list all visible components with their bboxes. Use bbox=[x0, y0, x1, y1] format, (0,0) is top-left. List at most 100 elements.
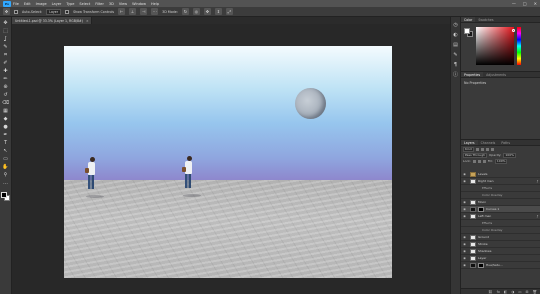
tab-layers[interactable]: Layers bbox=[461, 140, 478, 145]
menu-type[interactable]: Type bbox=[66, 2, 74, 6]
visibility-eye-icon[interactable]: ◉ bbox=[461, 249, 468, 253]
tab-channels[interactable]: Channels bbox=[478, 140, 499, 145]
brush-tool-icon[interactable]: ✏ bbox=[2, 76, 10, 83]
visibility-eye-icon[interactable]: ◉ bbox=[461, 256, 468, 260]
layer-row[interactable]: ◉ Stroke bbox=[461, 241, 540, 248]
tab-paths[interactable]: Paths bbox=[498, 140, 513, 145]
layer-row[interactable]: Effects bbox=[461, 220, 540, 227]
3d-scale-icon[interactable]: ⤢ bbox=[225, 8, 233, 15]
layer-row[interactable]: Color Overlay bbox=[461, 227, 540, 234]
visibility-eye-icon[interactable]: ◉ bbox=[461, 179, 468, 183]
filter-shape-icon[interactable] bbox=[490, 147, 494, 151]
menu-layer[interactable]: Layer bbox=[52, 2, 62, 6]
visibility-eye-icon[interactable]: ◉ bbox=[461, 235, 468, 239]
align-center-icon[interactable]: ⊥ bbox=[129, 8, 137, 15]
lock-all-icon[interactable] bbox=[482, 159, 486, 163]
visibility-eye-icon[interactable]: ◉ bbox=[461, 214, 468, 218]
color-picker-field[interactable] bbox=[476, 27, 515, 65]
layer-effects-icon[interactable]: ƒ bbox=[537, 179, 538, 183]
zoom-tool-icon[interactable]: ⚲ bbox=[2, 172, 10, 179]
add-mask-icon[interactable]: ◧ bbox=[504, 290, 507, 294]
menu-filter[interactable]: Filter bbox=[95, 2, 104, 6]
layer-row[interactable]: ◉ Layer bbox=[461, 255, 540, 262]
healing-tool-icon[interactable]: ✚ bbox=[2, 68, 10, 75]
tab-swatches[interactable]: Swatches bbox=[475, 17, 496, 22]
menu-edit[interactable]: Edit bbox=[24, 2, 31, 6]
tab-color[interactable]: Color bbox=[461, 17, 476, 22]
minimize-button[interactable]: — bbox=[512, 1, 516, 6]
crop-tool-icon[interactable]: ⌗ bbox=[2, 52, 10, 59]
layer-row[interactable]: ◉ Moon bbox=[461, 199, 540, 206]
adjustment-layer-icon[interactable]: ◑ bbox=[511, 290, 514, 294]
layer-mask-thumbnail[interactable] bbox=[478, 262, 484, 268]
history-brush-tool-icon[interactable]: ↺ bbox=[2, 92, 10, 99]
path-select-tool-icon[interactable]: ↖ bbox=[2, 148, 10, 155]
menu-help[interactable]: Help bbox=[151, 2, 159, 6]
brush-settings-icon[interactable]: ✎ bbox=[452, 51, 459, 58]
more-tools-icon[interactable]: … bbox=[2, 180, 10, 187]
move-tool-preset-icon[interactable]: ✥ bbox=[3, 8, 10, 15]
layer-row[interactable]: Effects bbox=[461, 185, 540, 192]
layer-effects-icon[interactable]: ƒ bbox=[537, 214, 538, 218]
layer-row[interactable]: ◉ Left men ƒ bbox=[461, 213, 540, 220]
foreground-color-swatch[interactable] bbox=[1, 192, 7, 198]
layer-row[interactable]: ◉ Hue/Satu... bbox=[461, 262, 540, 269]
menu-3d[interactable]: 3D bbox=[109, 2, 114, 6]
layer-row[interactable]: ◉ Levels bbox=[461, 171, 540, 178]
color-swatches[interactable] bbox=[1, 192, 10, 201]
fill-field[interactable]: 100% bbox=[494, 158, 508, 164]
info-icon[interactable]: ⓘ bbox=[452, 71, 459, 78]
menu-window[interactable]: Window bbox=[132, 2, 146, 6]
layer-mask-thumbnail[interactable] bbox=[478, 206, 484, 212]
auto-select-checkbox[interactable] bbox=[14, 9, 18, 14]
layer-row[interactable]: ◉ Right men ƒ bbox=[461, 178, 540, 185]
panel-foreground-swatch[interactable] bbox=[464, 28, 470, 34]
layer-row[interactable]: ◉ Curves 1 bbox=[461, 206, 540, 213]
color-picker-cursor[interactable] bbox=[512, 29, 515, 32]
marquee-tool-icon[interactable]: ⬚ bbox=[2, 28, 10, 35]
visibility-eye-icon[interactable]: ◉ bbox=[461, 207, 468, 211]
lasso-tool-icon[interactable]: ʆ bbox=[2, 36, 10, 43]
layer-row[interactable]: ◉ Ground bbox=[461, 234, 540, 241]
blur-tool-icon[interactable]: ◆ bbox=[2, 116, 10, 123]
delete-layer-icon[interactable]: 🗑 bbox=[533, 290, 537, 294]
layer-row[interactable]: Color Overlay bbox=[461, 192, 540, 199]
transform-controls-checkbox[interactable] bbox=[65, 9, 70, 14]
type-tool-icon[interactable]: T bbox=[2, 140, 10, 147]
hand-tool-icon[interactable]: ✋ bbox=[2, 164, 10, 171]
new-layer-icon[interactable]: ⊞ bbox=[526, 290, 529, 294]
filter-pixel-icon[interactable] bbox=[475, 147, 479, 151]
link-layers-icon[interactable]: ⛓ bbox=[488, 290, 492, 294]
blend-mode-dropdown[interactable]: Pass Through bbox=[463, 152, 488, 158]
visibility-eye-icon[interactable]: ◉ bbox=[461, 172, 468, 176]
close-button[interactable]: ✕ bbox=[534, 1, 537, 6]
visibility-eye-icon[interactable]: ◉ bbox=[461, 242, 468, 246]
dodge-tool-icon[interactable]: ● bbox=[2, 124, 10, 131]
rectangle-tool-icon[interactable]: ▭ bbox=[2, 156, 10, 163]
quick-select-tool-icon[interactable]: ✎ bbox=[2, 44, 10, 51]
auto-select-dropdown[interactable]: Layer bbox=[46, 8, 62, 15]
tab-properties[interactable]: Properties bbox=[461, 72, 484, 77]
close-tab-icon[interactable]: × bbox=[86, 19, 89, 23]
menu-image[interactable]: Image bbox=[36, 2, 47, 6]
opacity-field[interactable]: 100% bbox=[503, 152, 516, 158]
menu-view[interactable]: View bbox=[119, 2, 127, 6]
adjust-icon[interactable]: ◐ bbox=[452, 31, 459, 38]
tab-adjustments[interactable]: Adjustments bbox=[483, 72, 509, 77]
layer-style-icon[interactable]: fx bbox=[497, 290, 500, 294]
3d-slide-icon[interactable]: ⇕ bbox=[214, 8, 222, 15]
layer-filter-dropdown[interactable]: Kind bbox=[463, 146, 474, 152]
eraser-tool-icon[interactable]: ⌫ bbox=[2, 100, 10, 107]
history-icon[interactable]: ◷ bbox=[452, 21, 459, 28]
distribute-icon[interactable]: ⋯ bbox=[151, 8, 159, 15]
3d-pan-icon[interactable]: ✥ bbox=[203, 8, 211, 15]
gradient-tool-icon[interactable]: ▦ bbox=[2, 108, 10, 115]
pen-tool-icon[interactable]: ✒ bbox=[2, 132, 10, 139]
align-left-icon[interactable]: ⊢ bbox=[118, 8, 126, 15]
3d-orbit-icon[interactable]: ↻ bbox=[181, 8, 189, 15]
document-tab[interactable]: Untitled-1.psd @ 33.3% (Layer 1, RGB/8#)… bbox=[12, 17, 92, 24]
move-tool-icon[interactable]: ✥ bbox=[2, 20, 10, 27]
3d-roll-icon[interactable]: ◎ bbox=[192, 8, 200, 15]
maximize-button[interactable]: □ bbox=[523, 1, 527, 6]
menu-file[interactable]: File bbox=[13, 2, 19, 6]
